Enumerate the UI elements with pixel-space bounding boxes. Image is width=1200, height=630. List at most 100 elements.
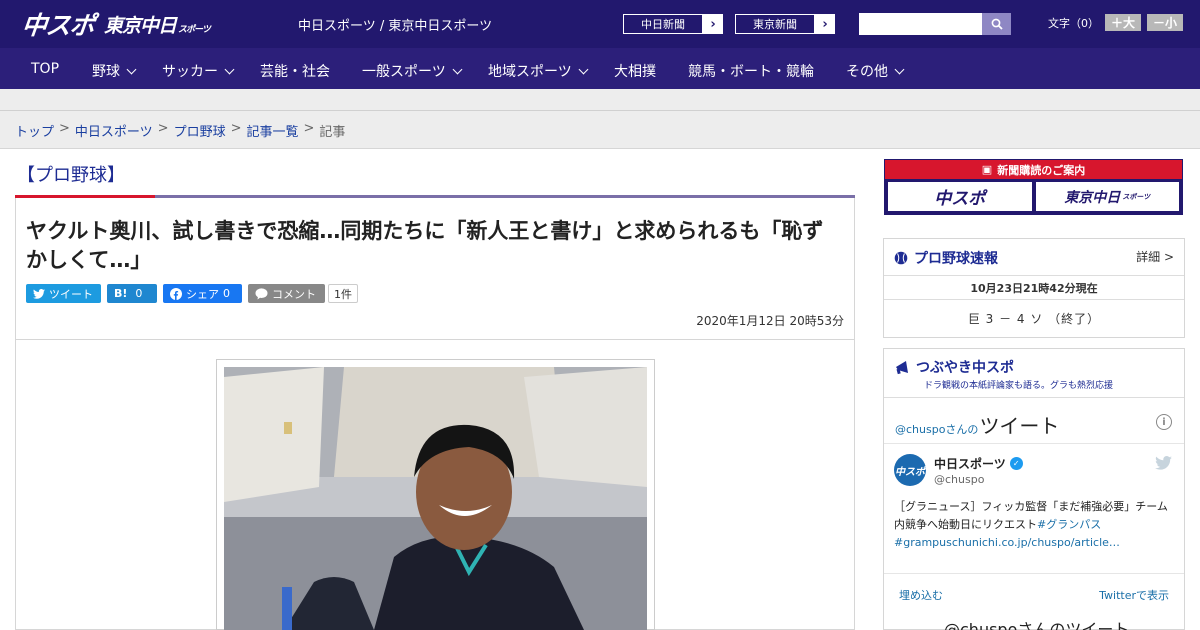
font-decrease-button[interactable]: －小 — [1147, 14, 1184, 31]
tweet-user-handle[interactable]: @chuspo — [934, 473, 984, 486]
chunichi-shimbun-label: 中日新聞 — [623, 14, 703, 34]
logo-tokyo-chunichi-small: スポーツ — [178, 24, 211, 35]
verified-icon: ✓ — [1009, 457, 1023, 470]
tokyo-shimbun-label: 東京新聞 — [735, 14, 815, 34]
newspaper-icon: ▣ — [981, 163, 993, 176]
nav-item-label: 芸能・社会 — [260, 64, 330, 80]
nav-item-label: サッカー — [162, 64, 218, 80]
score-header: プロ野球速報 — [894, 248, 998, 268]
promo-tokyo-chunichi-button[interactable]: 東京中日 スポーツ — [1035, 182, 1179, 211]
article-divider — [16, 339, 854, 340]
score-game-result[interactable]: 巨 3 － 4 ソ （終了） — [884, 310, 1184, 327]
baseball-icon — [894, 251, 908, 265]
nav-item-baseball[interactable]: 野球 — [92, 61, 137, 81]
article-photo-image — [224, 367, 647, 630]
search-form — [859, 13, 1011, 35]
view-on-twitter-link[interactable]: Twitterで表示 — [1099, 587, 1169, 603]
twitter-divider — [884, 443, 1184, 444]
main-nav: TOP 野球 サッカー 芸能・社会 一般スポーツ 地域スポーツ 大相撲 競馬・ボ… — [0, 48, 1200, 89]
hatena-count: 0 — [135, 287, 143, 300]
nav-item-keiba[interactable]: 競馬・ボート・競輪 — [688, 61, 814, 81]
facebook-icon — [170, 287, 182, 300]
twitter-embed-handle: @chuspoさんの — [895, 423, 979, 436]
tweet-body: ［グラニュース］フィッカ監督「まだ補強必要」チーム内競争へ始動日にリクエスト — [894, 500, 1168, 531]
score-timestamp: 10月23日21時42分現在 — [970, 282, 1098, 295]
twitter-bird-icon — [33, 288, 45, 299]
nav-item-regional-sports[interactable]: 地域スポーツ — [488, 61, 589, 81]
comment-button[interactable]: コメント — [248, 284, 325, 303]
breadcrumb-sep: > — [157, 121, 169, 136]
facebook-share-button[interactable]: シェア 0 — [163, 284, 242, 303]
breadcrumb-chunichi-sports[interactable]: 中日スポーツ — [75, 121, 153, 140]
avatar[interactable]: 中スポ — [894, 454, 926, 486]
promo-title: 新聞購読のご案内 — [997, 163, 1086, 177]
search-button[interactable] — [982, 13, 1011, 35]
promo-buttons: 中スポ 東京中日 スポーツ — [885, 179, 1182, 214]
tweet-user-name[interactable]: 中日スポーツ ✓ — [934, 455, 1023, 472]
facebook-count: 0 — [223, 287, 230, 300]
tweet-button[interactable]: ツイート — [26, 284, 101, 303]
promo-chuspo-button[interactable]: 中スポ — [888, 182, 1032, 211]
nav-item-label: 一般スポーツ — [362, 64, 446, 80]
breadcrumb-top[interactable]: トップ — [15, 121, 54, 140]
comment-count[interactable]: 1件 — [328, 284, 358, 303]
article-date: 2020年1月12日 20時53分 — [696, 314, 844, 328]
nav-item-label: TOP — [31, 61, 60, 77]
hatena-icon: B! — [114, 287, 128, 300]
speech-bubble-icon — [255, 287, 268, 299]
hatena-bookmark-button[interactable]: B! 0 — [107, 284, 157, 303]
tsubuyaki-subtitle: ドラ観戦の本紙評論家も語る。グラも熱烈応援 — [924, 381, 1114, 391]
breadcrumb-pro-baseball[interactable]: プロ野球 — [174, 121, 226, 140]
chevron-down-icon — [894, 64, 905, 74]
chevron-down-icon — [452, 64, 463, 74]
chevron-right-icon: › — [710, 16, 716, 32]
promo-header: ▣ 新聞購読のご案内 — [885, 160, 1182, 179]
megaphone-icon — [896, 361, 908, 375]
breadcrumb-current: 記事 — [319, 125, 346, 140]
nav-item-soccer[interactable]: サッカー — [162, 61, 235, 81]
nav-item-label: 野球 — [92, 64, 120, 80]
site-header: 中スポ 東京中日 スポーツ 中日スポーツ / 東京中日スポーツ 中日新聞 › 東… — [0, 0, 1200, 48]
logo-tokyo-chunichi-text: 東京中日 — [104, 14, 177, 37]
breadcrumb-sep: > — [303, 121, 315, 136]
nav-item-general-sports[interactable]: 一般スポーツ — [362, 61, 463, 81]
twitter-bird-icon[interactable] — [1155, 456, 1172, 470]
breadcrumb-article-list[interactable]: 記事一覧 — [247, 121, 299, 140]
promo-tokyo-chunichi-label: 東京中日 — [1064, 189, 1121, 206]
site-logo[interactable]: 中スポ 東京中日 スポーツ — [20, 8, 211, 40]
chunichi-shimbun-button[interactable]: 中日新聞 › — [622, 13, 724, 35]
nav-item-label: 競馬・ボート・競輪 — [688, 64, 814, 80]
font-size-control: 文字（0） ＋大 －小 — [1048, 14, 1184, 31]
subscription-promo: ▣ 新聞購読のご案内 中スポ 東京中日 スポーツ — [884, 159, 1183, 215]
chevron-down-icon — [578, 64, 589, 74]
promo-tokyo-chunichi-small: スポーツ — [1122, 192, 1151, 201]
logo-chuspo: 中スポ — [20, 11, 96, 40]
article-category: 【プロ野球】 — [17, 165, 125, 186]
embed-link[interactable]: 埋め込む — [899, 587, 943, 603]
nav-item-sumo[interactable]: 大相撲 — [614, 61, 656, 81]
search-input[interactable] — [859, 13, 982, 35]
info-icon[interactable]: i — [1156, 414, 1172, 430]
font-increase-button[interactable]: ＋大 — [1105, 14, 1142, 31]
breadcrumb-sep: > — [230, 121, 242, 136]
chevron-down-icon — [126, 64, 137, 74]
tweet-hashtag[interactable]: #グランパス — [1037, 518, 1101, 531]
twitter-divider — [884, 573, 1184, 574]
nav-item-label: その他 — [846, 64, 888, 80]
article-photo[interactable] — [224, 367, 647, 630]
score-detail-link[interactable]: 詳細 > — [1136, 248, 1174, 265]
article-headline: ヤクルト奥川、試し書きで恐縮…同期たちに「新人王と書け」と求められるも「恥ずかし… — [26, 219, 824, 272]
nav-item-entertainment[interactable]: 芸能・社会 — [260, 61, 330, 81]
tweet-link[interactable]: #grampuschunichi.co.jp/chuspo/article… — [894, 536, 1120, 549]
twitter-embed-title-text: ツイート — [979, 414, 1060, 438]
tokyo-shimbun-button[interactable]: 東京新聞 › — [734, 13, 836, 35]
nav-item-other[interactable]: その他 — [846, 61, 905, 81]
comment-label: コメント — [272, 287, 316, 301]
twitter-embed-title[interactable]: @chuspoさんの ツイート — [895, 410, 1059, 439]
chevron-down-icon — [224, 64, 235, 74]
search-icon — [991, 18, 1003, 30]
breadcrumb: トップ > 中日スポーツ > プロ野球 > 記事一覧 > 記事 — [15, 121, 345, 140]
nav-item-top[interactable]: TOP — [31, 61, 59, 77]
twitter-widget-footer[interactable]: @chuspoさんのツイート — [944, 616, 1129, 630]
logo-tokyo-chunichi: 東京中日 スポーツ — [104, 11, 211, 38]
